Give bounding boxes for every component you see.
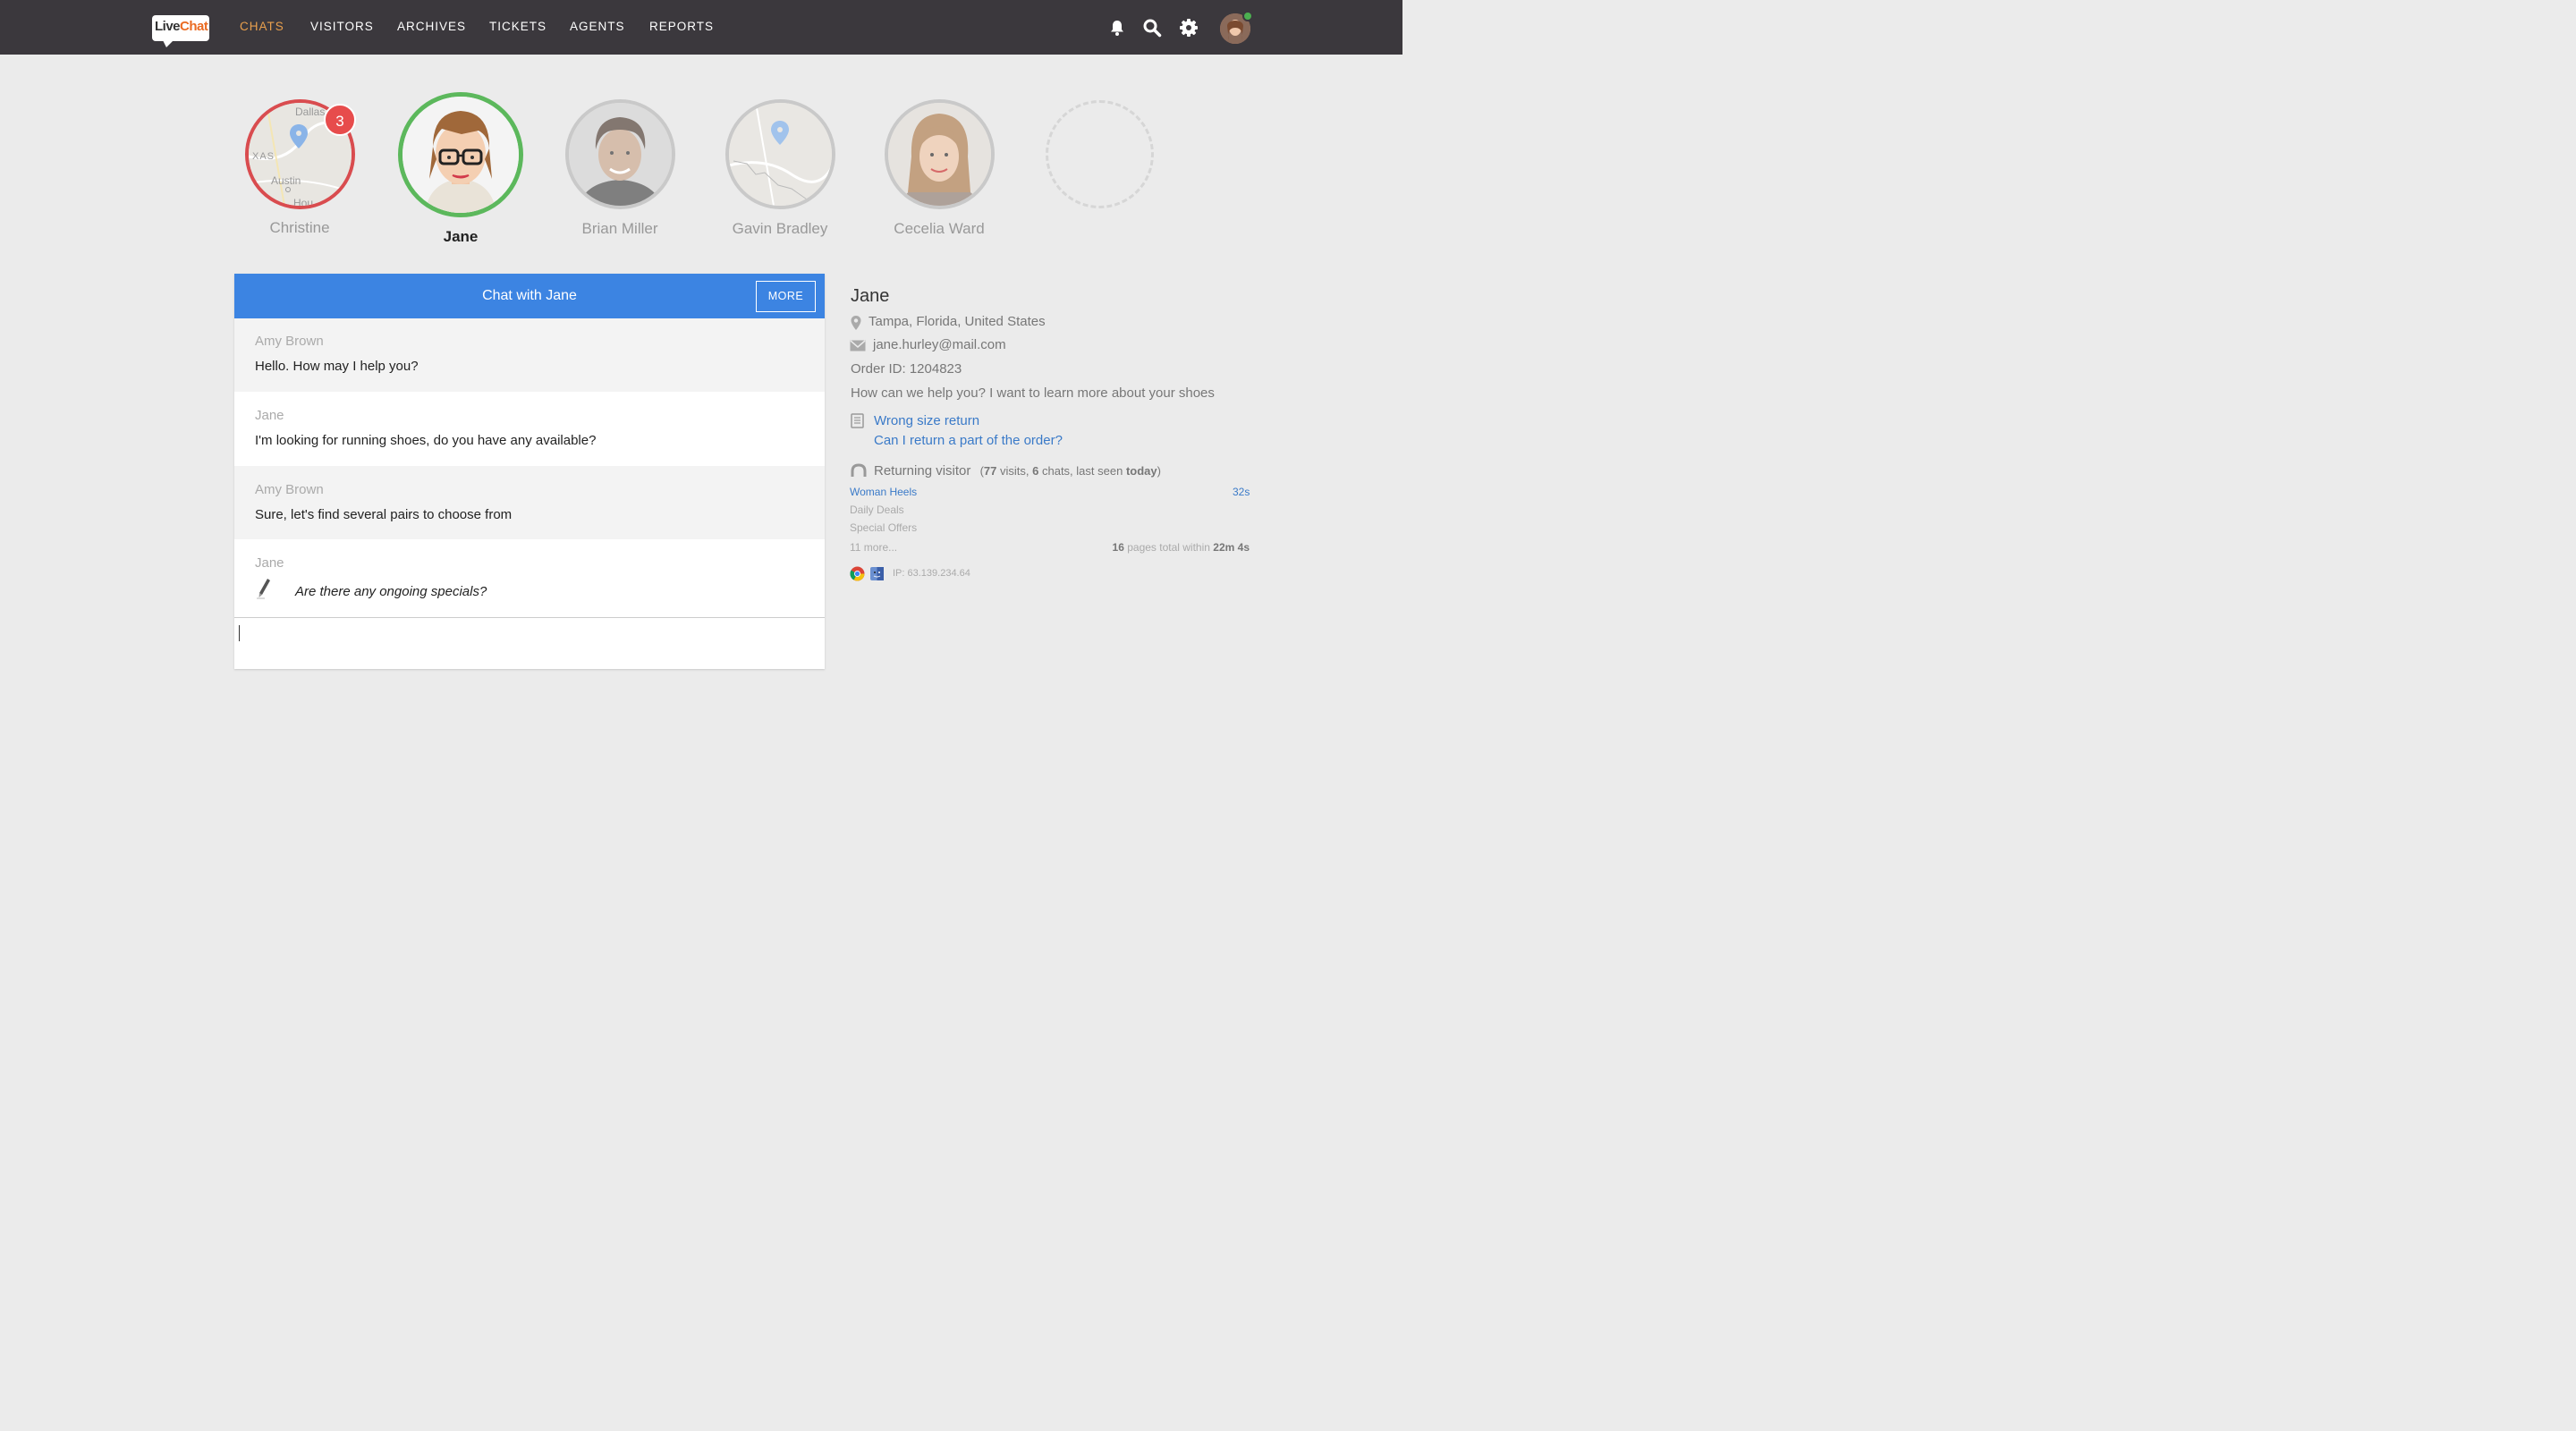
chat-panel: Chat with Jane MORE Amy Brown Hello. How…	[234, 274, 825, 669]
chats-label: chats, last seen	[1041, 464, 1123, 478]
map-label-state: XAS	[252, 151, 275, 162]
page-time: 32s	[1233, 486, 1250, 498]
pages-summary: 16 pages total within 22m 4s	[1113, 541, 1250, 554]
order-id: Order ID: 1204823	[851, 361, 962, 377]
more-button[interactable]: MORE	[756, 281, 816, 312]
visitor-avatar	[398, 92, 523, 217]
macos-icon	[870, 567, 884, 580]
visitor-avatar	[885, 99, 995, 209]
chat-title: Chat with Jane	[482, 288, 577, 303]
visited-page-link[interactable]: Woman Heels	[850, 486, 917, 498]
chat-message: Amy Brown Hello. How may I help you?	[234, 318, 825, 392]
location-pin-icon	[851, 316, 861, 330]
nav-agents[interactable]: AGENTS	[570, 20, 625, 33]
last-seen: today	[1125, 464, 1157, 478]
pages-total-label: pages total within	[1127, 541, 1210, 554]
nav-tickets[interactable]: TICKETS	[489, 20, 547, 33]
pages-total: 16	[1112, 541, 1124, 554]
message-text: Hello. How may I help you?	[255, 359, 419, 374]
nav-reports[interactable]: REPORTS	[649, 20, 714, 33]
empty-chat-slot	[1046, 100, 1154, 208]
livechat-logo[interactable]: LiveChat	[152, 15, 209, 47]
unread-count-badge: 3	[324, 104, 356, 136]
chats-count: 6	[1032, 464, 1039, 478]
visitor-email: jane.hurley@mail.com	[850, 337, 1006, 352]
chat-tab-name: Jane	[443, 228, 479, 245]
visitor-name: Jane	[851, 286, 890, 306]
nav-chats[interactable]: CHATS	[240, 20, 284, 33]
message-input[interactable]	[234, 617, 825, 669]
map-label-dallas: Dallas	[295, 106, 325, 118]
ticket-link[interactable]: Can I return a part of the order?	[874, 433, 1063, 448]
message-author: Amy Brown	[255, 334, 324, 349]
text-caret	[239, 625, 240, 641]
visitor-avatar	[565, 99, 675, 209]
message-text: Are there any ongoing specials?	[295, 584, 487, 599]
gear-icon[interactable]	[1179, 18, 1199, 38]
email-text[interactable]: jane.hurley@mail.com	[873, 337, 1006, 352]
map-label-austin: Austin	[271, 174, 301, 187]
chat-tab-name: Gavin Bradley	[732, 220, 828, 237]
visited-page[interactable]: Special Offers	[850, 521, 917, 534]
message-author: Jane	[255, 408, 284, 423]
nav-archives[interactable]: ARCHIVES	[397, 20, 466, 33]
chat-message: Amy Brown Sure, let's find several pairs…	[234, 466, 825, 539]
agent-status-indicator	[1242, 11, 1253, 21]
message-text: Sure, let's find several pairs to choose…	[255, 507, 513, 522]
returning-visitor-icon	[851, 463, 867, 477]
map-avatar	[725, 99, 835, 209]
logo-text-chat: Chat	[180, 19, 208, 34]
message-author: Jane	[255, 555, 284, 571]
pencil-icon	[257, 579, 270, 599]
ticket-icon	[851, 413, 864, 428]
chrome-icon	[850, 566, 865, 581]
location-text: Tampa, Florida, United States	[869, 314, 1046, 329]
visits-label: visits,	[1000, 464, 1030, 478]
chat-tab-name: Brian Miller	[581, 220, 658, 237]
visited-page[interactable]: Daily Deals	[850, 504, 904, 516]
logo-text-live: Live	[155, 19, 181, 34]
chat-header: Chat with Jane MORE	[234, 274, 825, 318]
ticket-link[interactable]: Wrong size return	[874, 413, 979, 428]
returning-visitor-row: Returning visitor (77 visits, 6 chats, l…	[874, 463, 1161, 478]
visit-duration: 22m 4s	[1213, 541, 1250, 554]
map-label-houston: Hou	[293, 197, 313, 206]
chat-tab-name: Cecelia Ward	[894, 220, 985, 237]
search-icon[interactable]	[1142, 18, 1162, 38]
visitor-ip: IP: 63.139.234.64	[893, 568, 970, 579]
mail-icon	[850, 340, 866, 351]
bell-icon[interactable]	[1107, 18, 1127, 38]
chat-message-typing: Jane Are there any ongoing specials?	[234, 539, 825, 617]
message-author: Amy Brown	[255, 482, 324, 497]
visits-count: 77	[983, 464, 997, 478]
more-pages-link[interactable]: 11 more...	[850, 541, 897, 554]
top-nav: LiveChat CHATS VISITORS ARCHIVES TICKETS…	[0, 0, 1402, 55]
visitor-question: How can we help you? I want to learn mor…	[851, 385, 1215, 401]
returning-label: Returning visitor	[874, 463, 971, 478]
chat-tab-name: Christine	[269, 219, 330, 236]
visitor-location: Tampa, Florida, United States	[850, 314, 1046, 330]
message-text: I'm looking for running shoes, do you ha…	[255, 433, 597, 448]
chat-message: Jane I'm looking for running shoes, do y…	[234, 392, 825, 466]
nav-visitors[interactable]: VISITORS	[310, 20, 374, 33]
